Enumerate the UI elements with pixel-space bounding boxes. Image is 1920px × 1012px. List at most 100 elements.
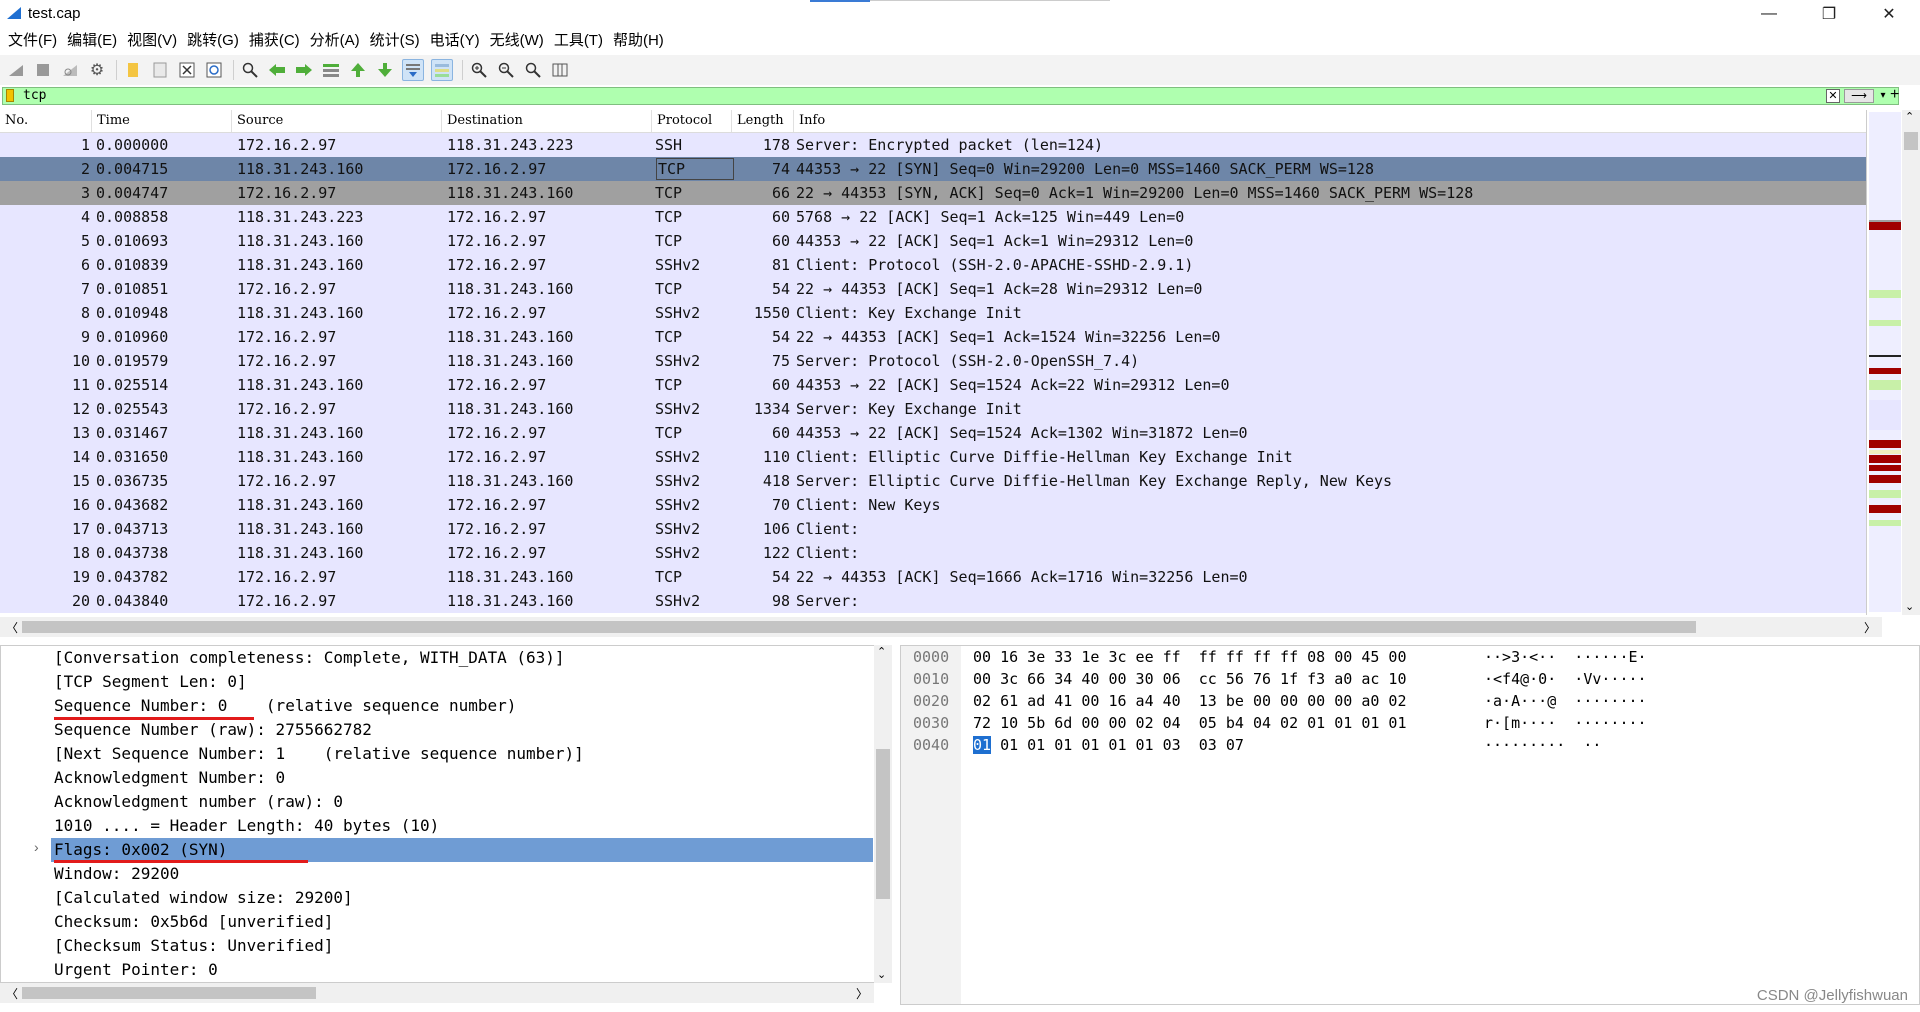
ascii-row[interactable]: ··>3·<·· ······E·	[1484, 646, 1647, 668]
clear-filter-icon[interactable]: ✕	[1826, 89, 1840, 103]
packet-row[interactable]: 2 0.004715 118.31.243.160 172.16.2.97 TCP 74 4…	[0, 157, 1866, 181]
detail-next-sequence-number[interactable]: [Next Sequence Number: 1 (relative seque…	[1, 742, 873, 766]
menu-telephony[interactable]: 电话(Y)	[428, 30, 488, 52]
packet-list-hscrollbar[interactable]: 〈 〉	[0, 617, 1882, 637]
packet-row[interactable]: 10 0.019579 172.16.2.97 118.31.243.160 SSHv2…	[0, 349, 1866, 373]
detail-conversation-completeness[interactable]: [Conversation completeness: Complete, WI…	[1, 646, 873, 670]
menu-go[interactable]: 跳转(G)	[185, 30, 247, 52]
back-arrow-icon[interactable]	[267, 60, 287, 80]
menu-capture[interactable]: 捕获(C)	[247, 30, 308, 52]
forward-arrow-icon[interactable]	[294, 60, 314, 80]
minimize-button[interactable]: —	[1740, 0, 1798, 28]
detail-window[interactable]: Window: 29200	[1, 862, 873, 886]
hex-row[interactable]: 00 3c 66 34 40 00 30 06 cc 56 76 1f f3 a…	[973, 668, 1406, 690]
hex-row[interactable]: 00 16 3e 33 1e 3c ee ff ff ff ff ff 08 0…	[973, 646, 1406, 668]
column-header-source[interactable]: Source	[232, 110, 442, 132]
restore-button[interactable]: ❐	[1800, 0, 1858, 28]
detail-flags[interactable]: Flags: 0x002 (SYN)	[51, 838, 873, 862]
ascii-row[interactable]: ········· ··	[1484, 734, 1601, 756]
menu-tools[interactable]: 工具(T)	[552, 30, 611, 52]
resize-columns-icon[interactable]	[550, 60, 570, 80]
menu-edit[interactable]: 编辑(E)	[65, 30, 125, 52]
zoom-in-icon[interactable]	[469, 60, 489, 80]
detail-sequence-number[interactable]: Sequence Number: 0 (relative sequence nu…	[1, 694, 873, 718]
stop-icon[interactable]	[33, 60, 53, 80]
ascii-row[interactable]: r·[m···· ········	[1484, 712, 1647, 734]
detail-checksum-status[interactable]: [Checksum Status: Unverified]	[1, 934, 873, 958]
detail-calculated-window[interactable]: [Calculated window size: 29200]	[1, 886, 873, 910]
packet-row[interactable]: 18 0.043738 118.31.243.160 172.16.2.97 SSHv2…	[0, 541, 1866, 565]
packet-row[interactable]: 1 0.000000 172.16.2.97 118.31.243.223 SSH 178…	[0, 133, 1866, 157]
colorize-icon[interactable]	[431, 59, 453, 81]
zoom-normal-icon[interactable]	[523, 60, 543, 80]
menu-file[interactable]: 文件(F)	[6, 30, 65, 52]
packet-row[interactable]: 13 0.031467 118.31.243.160 172.16.2.97 TCP 60…	[0, 421, 1866, 445]
menu-view[interactable]: 视图(V)	[125, 30, 185, 52]
packet-row[interactable]: 6 0.010839 118.31.243.160 172.16.2.97 SSHv2 8…	[0, 253, 1866, 277]
chevron-right-icon[interactable]: 〉	[856, 985, 868, 1002]
scrollbar-thumb[interactable]	[22, 621, 1696, 633]
menu-statistics[interactable]: 统计(S)	[368, 30, 428, 52]
detail-ack-number-raw[interactable]: Acknowledgment number (raw): 0	[1, 790, 873, 814]
detail-ack-number[interactable]: Acknowledgment Number: 0	[1, 766, 873, 790]
first-packet-icon[interactable]	[348, 60, 368, 80]
chevron-right-icon[interactable]: 〉	[1864, 619, 1876, 636]
detail-sequence-number-raw[interactable]: Sequence Number (raw): 2755662782	[1, 718, 873, 742]
details-scrollbar[interactable]: ⌃ ⌄	[874, 645, 892, 983]
packet-row[interactable]: 9 0.010960 172.16.2.97 118.31.243.160 TCP 54 2…	[0, 325, 1866, 349]
chevron-down-icon[interactable]: ▾	[1876, 89, 1890, 103]
packet-row[interactable]: 19 0.043782 172.16.2.97 118.31.243.160 TCP 54…	[0, 565, 1866, 589]
packet-row[interactable]: 16 0.043682 118.31.243.160 172.16.2.97 SSHv2…	[0, 493, 1866, 517]
scrollbar-thumb[interactable]	[1904, 132, 1918, 150]
details-hscrollbar[interactable]: 〈 〉	[0, 983, 874, 1003]
autoscroll-icon[interactable]	[402, 59, 424, 81]
packet-row[interactable]: 5 0.010693 118.31.243.160 172.16.2.97 TCP 60 4…	[0, 229, 1866, 253]
chevron-up-icon[interactable]: ⌃	[1905, 110, 1914, 123]
column-header-no[interactable]: No.	[0, 110, 92, 132]
bookmark-icon[interactable]	[6, 89, 14, 102]
hex-row[interactable]: 72 10 5b 6d 00 00 02 04 05 b4 04 02 01 0…	[973, 712, 1406, 734]
scrollbar-thumb[interactable]	[22, 987, 316, 999]
zoom-out-icon[interactable]	[496, 60, 516, 80]
menu-analyze[interactable]: 分析(A)	[308, 30, 368, 52]
hex-row[interactable]: 02 61 ad 41 00 16 a4 40 13 be 00 00 00 0…	[973, 690, 1406, 712]
packet-minimap[interactable]	[1866, 110, 1903, 615]
ascii-row[interactable]: ·a·A···@ ········	[1484, 690, 1647, 712]
packet-row[interactable]: 3 0.004747 172.16.2.97 118.31.243.160 TCP 66 2…	[0, 181, 1866, 205]
column-header-length[interactable]: Length	[732, 110, 794, 132]
chevron-down-icon[interactable]: ⌄	[877, 968, 886, 981]
packet-list-scrollbar[interactable]: ⌃ ⌄	[1902, 110, 1920, 615]
chevron-down-icon[interactable]: ⌄	[1905, 600, 1914, 613]
filter-input[interactable]: tcp	[23, 88, 46, 104]
chevron-up-icon[interactable]: ⌃	[877, 645, 886, 658]
packet-row[interactable]: 14 0.031650 118.31.243.160 172.16.2.97 SSHv2…	[0, 445, 1866, 469]
packet-row[interactable]: 20 0.043840 172.16.2.97 118.31.243.160 SSHv2…	[0, 589, 1866, 613]
detail-header-length[interactable]: 1010 .... = Header Length: 40 bytes (10)	[1, 814, 873, 838]
ascii-row[interactable]: ·<f4@·0· ·Vv·····	[1484, 668, 1647, 690]
open-folder-icon[interactable]	[123, 60, 143, 80]
packet-row[interactable]: 4 0.008858 118.31.243.223 172.16.2.97 TCP 60 5…	[0, 205, 1866, 229]
packet-row[interactable]: 8 0.010948 118.31.243.160 172.16.2.97 SSHv2 1…	[0, 301, 1866, 325]
shark-fin-start-icon[interactable]	[6, 60, 26, 80]
options-gear-icon[interactable]: ⚙	[87, 60, 107, 80]
last-packet-icon[interactable]	[375, 60, 395, 80]
detail-segment-len[interactable]: [TCP Segment Len: 0]	[1, 670, 873, 694]
packet-row[interactable]: 11 0.025514 118.31.243.160 172.16.2.97 TCP 60…	[0, 373, 1866, 397]
reload-icon[interactable]	[204, 60, 224, 80]
restart-icon[interactable]	[60, 60, 80, 80]
display-filter-bar[interactable]: tcp ✕ ⟶ ▾	[2, 87, 1899, 105]
column-header-protocol[interactable]: Protocol	[652, 110, 732, 132]
menu-wireless[interactable]: 无线(W)	[488, 30, 552, 52]
packet-row[interactable]: 15 0.036735 172.16.2.97 118.31.243.160 SSHv2…	[0, 469, 1866, 493]
apply-filter-icon[interactable]: ⟶	[1844, 89, 1874, 103]
expand-chevron-icon[interactable]: ›	[34, 839, 39, 855]
selected-byte[interactable]: 01	[973, 736, 992, 754]
hex-row-last[interactable]: 01 01 01 01 01 01 01 03 03 07	[973, 734, 1244, 756]
packet-row[interactable]: 17 0.043713 118.31.243.160 172.16.2.97 SSHv2…	[0, 517, 1866, 541]
menu-help[interactable]: 帮助(H)	[611, 30, 672, 52]
save-icon[interactable]	[150, 60, 170, 80]
packet-row[interactable]: 7 0.010851 172.16.2.97 118.31.243.160 TCP 54 2…	[0, 277, 1866, 301]
column-header-time[interactable]: Time	[92, 110, 232, 132]
detail-checksum[interactable]: Checksum: 0x5b6d [unverified]	[1, 910, 873, 934]
column-header-info[interactable]: Info	[794, 110, 1866, 132]
